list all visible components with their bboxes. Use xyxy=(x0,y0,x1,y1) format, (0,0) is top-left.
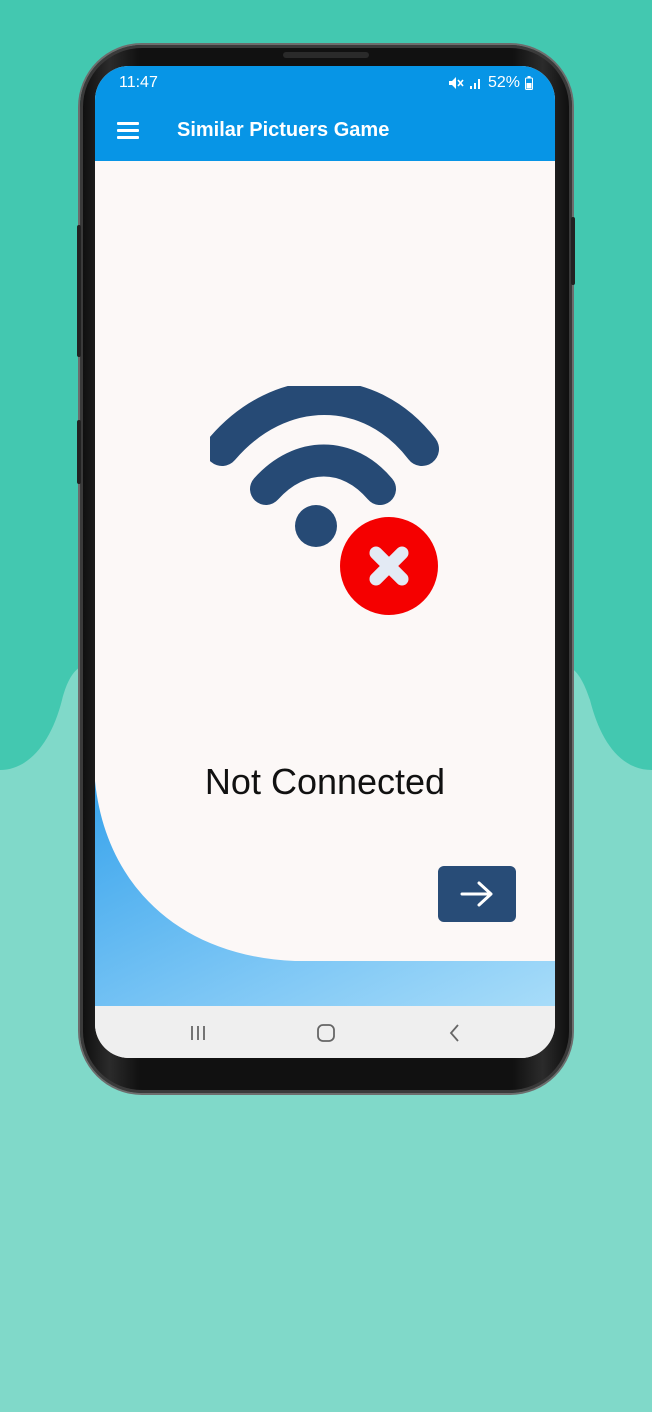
volume-button xyxy=(77,225,81,357)
power-button xyxy=(571,217,575,285)
mute-icon xyxy=(448,77,464,89)
app-title: Similar Pictuers Game xyxy=(177,119,390,141)
home-icon[interactable] xyxy=(306,1018,346,1048)
status-icons: 52% xyxy=(448,74,533,92)
connection-status-message: Not Connected xyxy=(204,761,446,802)
bixby-button xyxy=(77,420,81,484)
next-button[interactable] xyxy=(438,866,516,922)
arrow-right-icon xyxy=(460,881,493,907)
earpiece xyxy=(283,52,369,58)
wifi-disconnected-icon xyxy=(210,386,439,615)
phone-screen: 11:47 52% Similar Pictuers Game Not Conn… xyxy=(95,66,555,1058)
status-bar: 11:47 52% xyxy=(95,66,555,102)
battery-percent: 52% xyxy=(487,74,520,91)
app-bar: Similar Pictuers Game xyxy=(95,102,555,161)
signal-icon xyxy=(469,79,480,89)
hamburger-menu-icon[interactable] xyxy=(117,122,139,140)
back-icon[interactable] xyxy=(435,1018,475,1048)
status-time: 11:47 xyxy=(119,74,158,91)
recent-apps-icon[interactable] xyxy=(178,1018,218,1048)
system-navigation-bar xyxy=(95,1006,555,1058)
battery-icon xyxy=(525,76,533,90)
